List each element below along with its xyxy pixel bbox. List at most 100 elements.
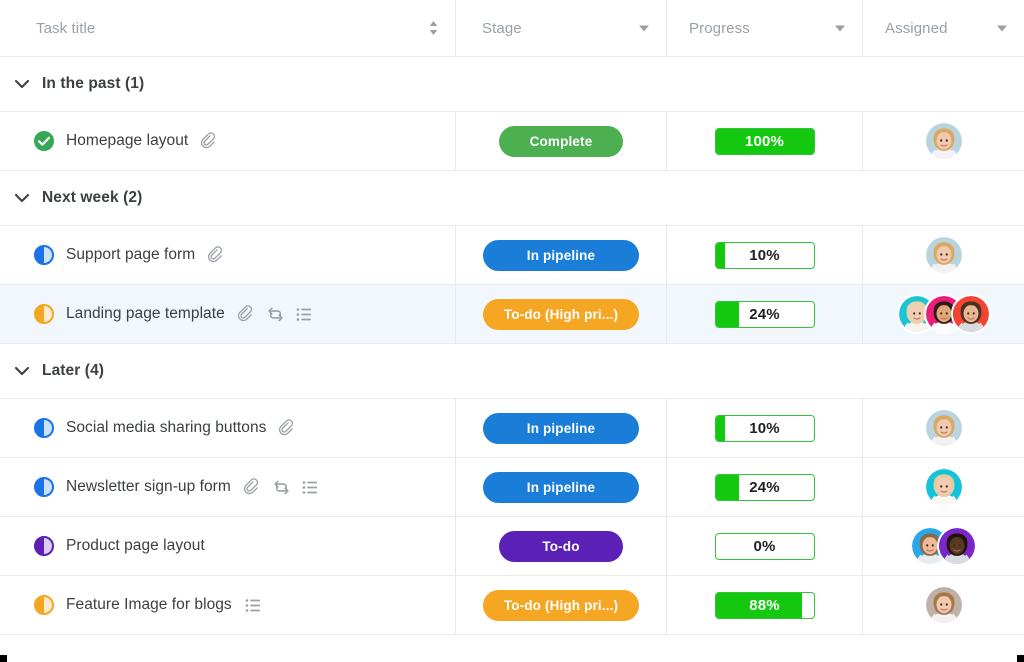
task-title-label: Feature Image for blogs <box>66 596 232 613</box>
table-row[interactable]: Product page layout To-do 0% <box>0 517 1024 576</box>
sort-icon[interactable] <box>428 20 439 36</box>
half-circle-icon[interactable] <box>33 535 55 557</box>
stage-badge[interactable]: In pipeline <box>483 471 639 503</box>
avatar-group[interactable] <box>910 526 977 566</box>
cell-assigned[interactable] <box>863 399 1024 457</box>
progress-bar[interactable]: 10% <box>714 414 815 442</box>
cell-stage[interactable]: In pipeline <box>456 458 667 516</box>
stage-badge[interactable]: To-do (High pri...) <box>483 298 639 330</box>
table-row[interactable]: Social media sharing buttons In pipeline 1… <box>0 399 1024 458</box>
cell-stage[interactable]: In pipeline <box>456 399 667 457</box>
cell-assigned[interactable] <box>863 112 1024 170</box>
table-row[interactable]: Support page form In pipeline 10% <box>0 226 1024 285</box>
half-circle-icon[interactable] <box>33 417 55 439</box>
progress-bar[interactable]: 24% <box>714 300 815 328</box>
attachment-icon[interactable] <box>237 304 256 324</box>
repeat-icon[interactable] <box>266 305 285 324</box>
group-header-row[interactable]: Later (4) <box>0 344 1024 399</box>
cell-assigned[interactable] <box>863 458 1024 516</box>
table-row[interactable]: Newsletter sign-up form In pipeline 24% <box>0 458 1024 517</box>
stage-badge[interactable]: In pipeline <box>483 412 639 444</box>
cell-stage[interactable]: To-do (High pri...) <box>456 285 667 343</box>
progress-value-label: 100% <box>744 132 785 150</box>
avatar-group[interactable] <box>923 585 964 625</box>
cell-task-title[interactable]: Homepage layout <box>0 112 456 170</box>
cell-task-title[interactable]: Product page layout <box>0 517 456 575</box>
half-circle-icon[interactable] <box>33 244 55 266</box>
column-header-stage[interactable]: Stage <box>456 0 667 56</box>
avatar-woman-glasses[interactable] <box>923 585 964 625</box>
cell-progress[interactable]: 10% <box>667 226 863 284</box>
column-header-progress[interactable]: Progress <box>667 0 863 56</box>
avatar-group[interactable] <box>923 235 964 275</box>
avatar-woman-glasses[interactable] <box>923 121 964 161</box>
cell-assigned[interactable] <box>863 576 1024 634</box>
cell-assigned[interactable] <box>863 285 1024 343</box>
avatar-man-beard[interactable] <box>950 294 991 334</box>
attachment-icon[interactable] <box>207 245 226 265</box>
column-header-task-title[interactable]: Task title <box>0 0 456 56</box>
attachment-icon[interactable] <box>278 418 297 438</box>
attachment-icon[interactable] <box>243 477 262 497</box>
task-title-label: Social media sharing buttons <box>66 419 267 436</box>
chevron-down-icon[interactable] <box>638 22 650 34</box>
half-circle-icon[interactable] <box>33 594 55 616</box>
progress-bar[interactable]: 10% <box>714 241 815 269</box>
avatar-woman-glasses[interactable] <box>923 408 964 448</box>
cell-task-title[interactable]: Landing page template <box>0 285 456 343</box>
cell-task-title[interactable]: Newsletter sign-up form <box>0 458 456 516</box>
avatar-group[interactable] <box>923 121 964 161</box>
table-body: In the past (1) Homepage layout Complete 10… <box>0 57 1024 635</box>
cell-stage[interactable]: In pipeline <box>456 226 667 284</box>
chevron-down-icon[interactable] <box>11 73 33 95</box>
subtask-list-icon[interactable] <box>301 478 320 497</box>
chevron-down-icon[interactable] <box>996 22 1008 34</box>
repeat-icon[interactable] <box>272 478 291 497</box>
cell-progress[interactable]: 24% <box>667 285 863 343</box>
subtask-list-icon[interactable] <box>244 596 263 615</box>
cell-progress[interactable]: 10% <box>667 399 863 457</box>
cell-stage[interactable]: To-do <box>456 517 667 575</box>
avatar-group[interactable] <box>923 467 964 507</box>
group-header-row[interactable]: Next week (2) <box>0 171 1024 226</box>
cell-stage[interactable]: To-do (High pri...) <box>456 576 667 634</box>
half-circle-icon[interactable] <box>33 476 55 498</box>
table-row[interactable]: Homepage layout Complete 100% <box>0 112 1024 171</box>
avatar-group[interactable] <box>923 408 964 448</box>
group-header-label: In the past (1) <box>42 75 145 92</box>
cell-stage[interactable]: Complete <box>456 112 667 170</box>
stage-badge[interactable]: In pipeline <box>483 239 639 271</box>
cell-progress[interactable]: 88% <box>667 576 863 634</box>
table-row[interactable]: Feature Image for blogs To-do (High pri..… <box>0 576 1024 635</box>
cell-progress[interactable]: 0% <box>667 517 863 575</box>
subtask-list-icon[interactable] <box>295 305 314 324</box>
stage-badge[interactable]: To-do <box>499 530 623 562</box>
cell-task-title[interactable]: Feature Image for blogs <box>0 576 456 634</box>
attachment-icon[interactable] <box>200 131 219 151</box>
cell-progress[interactable]: 100% <box>667 112 863 170</box>
cell-assigned[interactable] <box>863 226 1024 284</box>
cell-progress[interactable]: 24% <box>667 458 863 516</box>
chevron-down-icon[interactable] <box>11 187 33 209</box>
avatar-man-dark-skin[interactable] <box>937 526 977 566</box>
chevron-down-icon[interactable] <box>834 22 846 34</box>
stage-badge[interactable]: Complete <box>499 125 623 157</box>
table-row[interactable]: Landing page template To-do (High pri...)… <box>0 285 1024 344</box>
check-circle-icon[interactable] <box>33 130 55 152</box>
avatar-woman-glasses[interactable] <box>923 235 964 275</box>
column-header-assigned[interactable]: Assigned <box>863 0 1024 56</box>
cell-task-title[interactable]: Social media sharing buttons <box>0 399 456 457</box>
half-circle-icon[interactable] <box>33 303 55 325</box>
avatar-woman-blonde[interactable] <box>923 467 964 507</box>
chevron-down-icon[interactable] <box>11 360 33 382</box>
avatar-group[interactable] <box>896 294 991 334</box>
cell-task-title[interactable]: Support page form <box>0 226 456 284</box>
progress-bar[interactable]: 24% <box>714 473 815 501</box>
cell-assigned[interactable] <box>863 517 1024 575</box>
stage-badge[interactable]: To-do (High pri...) <box>483 589 639 621</box>
group-header-row[interactable]: In the past (1) <box>0 57 1024 112</box>
progress-bar[interactable]: 0% <box>714 532 815 560</box>
progress-bar[interactable]: 88% <box>714 591 815 619</box>
progress-bar-fill <box>715 242 726 268</box>
progress-bar[interactable]: 100% <box>714 127 815 155</box>
